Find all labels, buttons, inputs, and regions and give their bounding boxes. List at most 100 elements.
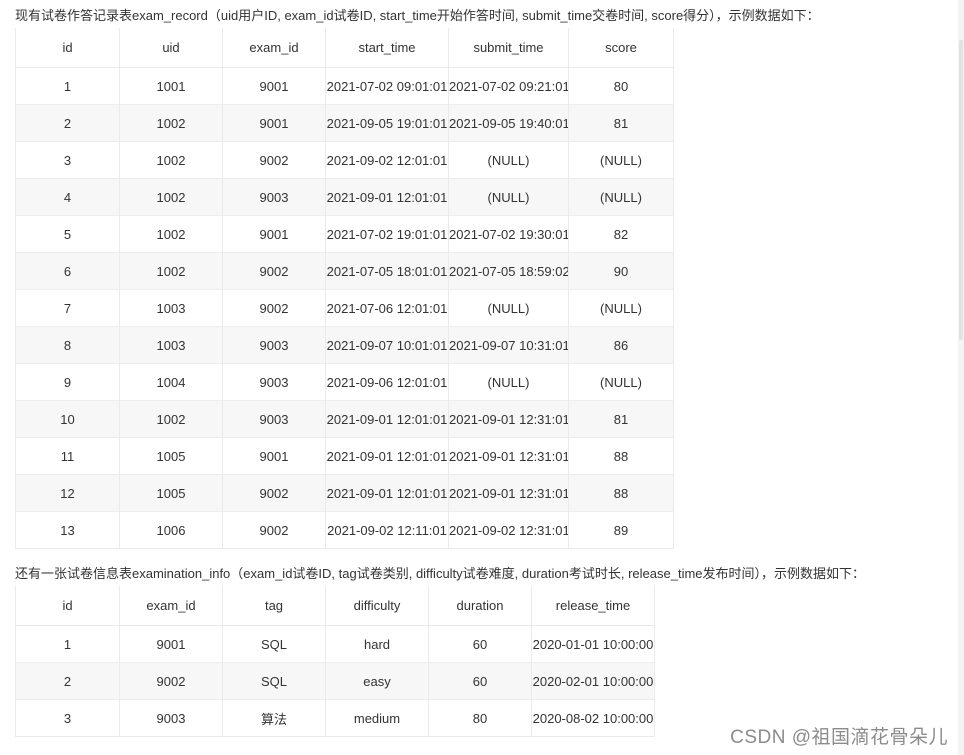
table-cell-uid: 1002 — [119, 252, 223, 290]
table-cell-submit-time: 2021-09-05 19:40:01 — [448, 104, 569, 142]
table-cell-difficulty: hard — [325, 625, 429, 663]
table-cell-release-time: 2020-02-01 10:00:00 — [531, 662, 655, 700]
table-cell-score: 80 — [568, 67, 674, 105]
table-row: 9 1004 9003 2021-09-06 12:01:01 (NULL) (NULL) — [15, 363, 674, 401]
column-header-submit-time: submit_time — [448, 28, 569, 68]
table-row: 2 9002 SQL easy 60 2020-02-01 10:00:00 — [15, 662, 655, 700]
table-row: 7 1003 9002 2021-07-06 12:01:01 (NULL) (NULL) — [15, 289, 674, 327]
table-cell-submit-time: 2021-09-01 12:31:01 — [448, 400, 569, 438]
table-row: 13 1006 9002 2021-09-02 12:11:01 2021-09-02 … — [15, 511, 674, 549]
column-header-exam-id: exam_id — [222, 28, 326, 68]
table-cell-submit-time: (NULL) — [448, 363, 569, 401]
table-cell-id: 7 — [15, 289, 120, 327]
table-cell-id: 8 — [15, 326, 120, 364]
table-cell-uid: 1002 — [119, 104, 223, 142]
table-cell-start-time: 2021-09-01 12:01:01 — [325, 437, 449, 475]
table-cell-uid: 1005 — [119, 474, 223, 512]
table-cell-id: 9 — [15, 363, 120, 401]
table-cell-submit-time: 2021-09-07 10:31:01 — [448, 326, 569, 364]
table-cell-tag: 算法 — [222, 699, 326, 737]
table-cell-exam-id: 9001 — [222, 104, 326, 142]
table-cell-start-time: 2021-07-02 09:01:01 — [325, 67, 449, 105]
table-cell-id: 4 — [15, 178, 120, 216]
examination-info-table: id exam_id tag difficulty duration release_ti… — [15, 586, 655, 737]
page-scrollbar[interactable] — [958, 0, 964, 755]
table-cell-start-time: 2021-09-02 12:11:01 — [325, 511, 449, 549]
table-cell-exam-id: 9002 — [222, 289, 326, 327]
table-cell-uid: 1001 — [119, 67, 223, 105]
table-cell-submit-time: 2021-09-02 12:31:01 — [448, 511, 569, 549]
table-row: 5 1002 9001 2021-07-02 19:01:01 2021-07-02 1… — [15, 215, 674, 253]
table-row: 3 9003 算法 medium 80 2020-08-02 10:00:00 — [15, 699, 655, 737]
table-cell-duration: 60 — [428, 662, 532, 700]
table-cell-start-time: 2021-07-05 18:01:01 — [325, 252, 449, 290]
table-cell-exam-id: 9003 — [119, 699, 223, 737]
table-cell-score: 86 — [568, 326, 674, 364]
table-row: 6 1002 9002 2021-07-05 18:01:01 2021-07-05 1… — [15, 252, 674, 290]
table-cell-score: 81 — [568, 104, 674, 142]
table-cell-tag: SQL — [222, 662, 326, 700]
table-cell-tag: SQL — [222, 625, 326, 663]
scrollbar-thumb[interactable] — [959, 40, 963, 340]
table-cell-submit-time: 2021-07-02 09:21:01 — [448, 67, 569, 105]
column-header-tag: tag — [222, 586, 326, 626]
table-cell-score: 90 — [568, 252, 674, 290]
table-cell-exam-id: 9002 — [222, 252, 326, 290]
table-cell-uid: 1006 — [119, 511, 223, 549]
table-cell-id: 13 — [15, 511, 120, 549]
table-cell-uid: 1005 — [119, 437, 223, 475]
table-cell-duration: 60 — [428, 625, 532, 663]
table-cell-id: 3 — [15, 699, 120, 737]
table-cell-submit-time: (NULL) — [448, 289, 569, 327]
table-cell-id: 2 — [15, 104, 120, 142]
table-cell-exam-id: 9001 — [222, 215, 326, 253]
table-cell-start-time: 2021-09-01 12:01:01 — [325, 400, 449, 438]
column-header-id: id — [15, 28, 120, 68]
table-cell-release-time: 2020-08-02 10:00:00 — [531, 699, 655, 737]
table-cell-submit-time: 2021-09-01 12:31:01 — [448, 437, 569, 475]
table-row: 12 1005 9002 2021-09-01 12:01:01 2021-09-01 … — [15, 474, 674, 512]
table-cell-id: 10 — [15, 400, 120, 438]
table-cell-release-time: 2020-01-01 10:00:00 — [531, 625, 655, 663]
table-cell-exam-id: 9001 — [222, 437, 326, 475]
table-cell-exam-id: 9003 — [222, 178, 326, 216]
table-cell-submit-time: 2021-07-02 19:30:01 — [448, 215, 569, 253]
table-row: 10 1002 9003 2021-09-01 12:01:01 2021-09-01 … — [15, 400, 674, 438]
table-cell-score: (NULL) — [568, 363, 674, 401]
table-row: 1 9001 SQL hard 60 2020-01-01 10:00:00 — [15, 625, 655, 663]
table-cell-id: 11 — [15, 437, 120, 475]
table-cell-submit-time: (NULL) — [448, 178, 569, 216]
table-cell-start-time: 2021-07-06 12:01:01 — [325, 289, 449, 327]
table-cell-exam-id: 9003 — [222, 326, 326, 364]
table-cell-start-time: 2021-09-01 12:01:01 — [325, 178, 449, 216]
exam-record-table: id uid exam_id start_time submit_time score 1… — [15, 28, 674, 549]
table-cell-uid: 1004 — [119, 363, 223, 401]
table-cell-start-time: 2021-09-07 10:01:01 — [325, 326, 449, 364]
table-cell-uid: 1002 — [119, 215, 223, 253]
table-cell-id: 1 — [15, 625, 120, 663]
table-cell-exam-id: 9002 — [222, 511, 326, 549]
table-cell-id: 6 — [15, 252, 120, 290]
table-cell-score: 89 — [568, 511, 674, 549]
column-header-uid: uid — [119, 28, 223, 68]
table-cell-duration: 80 — [428, 699, 532, 737]
table-cell-uid: 1003 — [119, 289, 223, 327]
table-cell-submit-time: (NULL) — [448, 141, 569, 179]
exam-record-intro: 现有试卷作答记录表exam_record（uid用户ID, exam_id试卷I… — [15, 8, 820, 23]
table-header-row: id uid exam_id start_time submit_time score — [15, 28, 674, 68]
table-row: 4 1002 9003 2021-09-01 12:01:01 (NULL) (NULL) — [15, 178, 674, 216]
table-cell-uid: 1003 — [119, 326, 223, 364]
table-cell-score: (NULL) — [568, 289, 674, 327]
table-cell-score: 81 — [568, 400, 674, 438]
table-cell-start-time: 2021-09-06 12:01:01 — [325, 363, 449, 401]
column-header-id: id — [15, 586, 120, 626]
table-row: 11 1005 9001 2021-09-01 12:01:01 2021-09-01 … — [15, 437, 674, 475]
table-cell-exam-id: 9001 — [222, 67, 326, 105]
table-cell-start-time: 2021-09-01 12:01:01 — [325, 474, 449, 512]
column-header-exam-id: exam_id — [119, 586, 223, 626]
table-cell-start-time: 2021-09-02 12:01:01 — [325, 141, 449, 179]
table-cell-id: 1 — [15, 67, 120, 105]
column-header-score: score — [568, 28, 674, 68]
table-cell-uid: 1002 — [119, 141, 223, 179]
table-cell-id: 2 — [15, 662, 120, 700]
